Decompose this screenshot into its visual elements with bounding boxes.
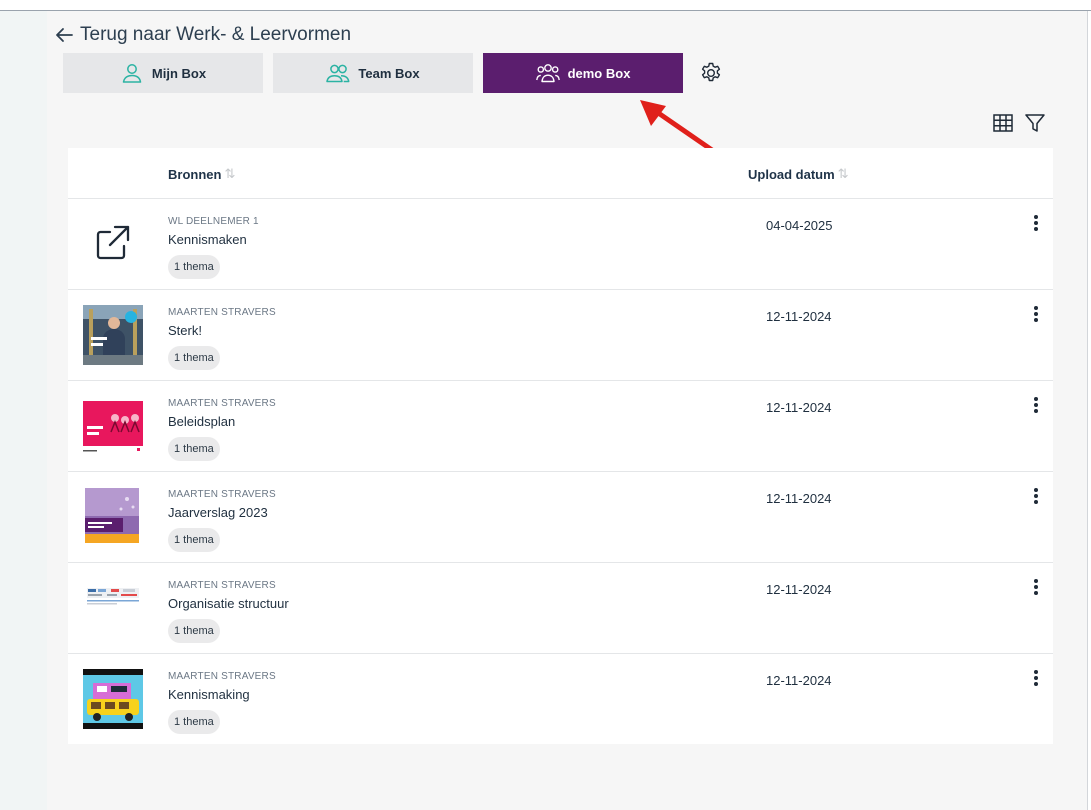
table-row[interactable]: MAARTEN STRAVERS Sterk! 1 thema 12-11-20… [68, 290, 1053, 381]
theme-badge: 1 thema [168, 710, 220, 734]
table-row[interactable]: MAARTEN STRAVERS Jaarverslag 2023 1 them… [68, 472, 1053, 563]
table-header: Bronnen ⇅ Upload datum ⇅ [68, 148, 1053, 199]
org-chart [83, 578, 143, 638]
row-date: 12-11-2024 [766, 309, 832, 324]
more-options-icon[interactable] [1029, 213, 1043, 233]
row-title[interactable]: Kennismaken [168, 232, 247, 247]
theme-badge: 1 thema [168, 619, 220, 643]
arrow-left-icon [56, 28, 73, 42]
table-row[interactable]: MAARTEN STRAVERS Beleidsplan 1 thema 12-… [68, 381, 1053, 472]
sort-icon: ⇅ [837, 166, 849, 181]
more-options-icon[interactable] [1029, 577, 1043, 597]
tab-label: Mijn Box [151, 65, 207, 81]
pink-cover [83, 396, 143, 456]
row-author: WL DEELNEMER 1 [168, 216, 259, 227]
video-still [83, 669, 143, 729]
tab-demo-box[interactable]: demo Box [483, 53, 683, 93]
thumbnail [83, 305, 143, 365]
row-author: MAARTEN STRAVERS [168, 398, 276, 409]
row-author: MAARTEN STRAVERS [168, 307, 276, 318]
row-date: 12-11-2024 [766, 491, 832, 506]
theme-badge: 1 thema [168, 437, 220, 461]
tab-label: Team Box [358, 65, 420, 81]
resources-table: Bronnen ⇅ Upload datum ⇅ WL DEELNEMER 1 … [68, 148, 1053, 744]
row-title[interactable]: Jaarverslag 2023 [168, 505, 268, 520]
row-title[interactable]: Beleidsplan [168, 414, 235, 429]
cover-photo [83, 305, 143, 365]
scrollbar-track[interactable] [1087, 11, 1091, 810]
group-icon [535, 64, 560, 83]
user-icon [122, 64, 142, 83]
theme-badge: 1 thema [168, 528, 220, 552]
thumbnail [83, 578, 143, 638]
tab-mijn-box[interactable]: Mijn Box [63, 53, 263, 93]
grid-view-icon[interactable] [992, 112, 1014, 134]
thumbnail [83, 669, 143, 729]
thumbnail [83, 396, 143, 456]
row-author: MAARTEN STRAVERS [168, 671, 276, 682]
table-row[interactable]: WL DEELNEMER 1 Kennismaken 1 thema 04-04… [68, 199, 1053, 290]
table-row[interactable]: MAARTEN STRAVERS Organisatie structuur 1… [68, 563, 1053, 654]
gear-icon[interactable] [699, 61, 723, 85]
back-link[interactable]: Terug naar Werk- & Leervormen [54, 22, 351, 48]
row-author: MAARTEN STRAVERS [168, 489, 276, 500]
more-options-icon[interactable] [1029, 395, 1043, 415]
tab-team-box[interactable]: Team Box [273, 53, 473, 93]
sort-icon: ⇅ [224, 166, 236, 181]
theme-badge: 1 thema [168, 255, 220, 279]
row-date: 04-04-2025 [766, 218, 833, 233]
theme-badge: 1 thema [168, 346, 220, 370]
filter-icon[interactable] [1024, 112, 1046, 134]
column-header-upload-datum[interactable]: Upload datum ⇅ [748, 166, 849, 182]
table-row[interactable]: MAARTEN STRAVERS Kennismaking 1 thema 12… [68, 654, 1053, 744]
row-date: 12-11-2024 [766, 673, 832, 688]
back-link-label: Terug naar Werk- & Leervormen [80, 24, 352, 45]
view-controls [992, 112, 1046, 134]
row-title[interactable]: Organisatie structuur [168, 596, 289, 611]
column-header-bronnen[interactable]: Bronnen ⇅ [168, 166, 235, 182]
window-top-border [0, 0, 1091, 11]
row-date: 12-11-2024 [766, 400, 832, 415]
row-title[interactable]: Kennismaking [168, 687, 250, 702]
more-options-icon[interactable] [1029, 304, 1043, 324]
external-link-icon [96, 225, 130, 260]
purple-cover [83, 487, 143, 547]
row-date: 12-11-2024 [766, 582, 832, 597]
thumbnail [83, 487, 143, 547]
column-label: Bronnen [168, 166, 222, 182]
row-title[interactable]: Sterk! [168, 323, 202, 338]
users-icon [326, 64, 350, 83]
row-author: MAARTEN STRAVERS [168, 580, 276, 591]
tab-label: demo Box [567, 65, 631, 81]
thumbnail [83, 214, 143, 274]
more-options-icon[interactable] [1029, 668, 1043, 688]
column-label: Upload datum [748, 166, 835, 182]
more-options-icon[interactable] [1029, 486, 1043, 506]
